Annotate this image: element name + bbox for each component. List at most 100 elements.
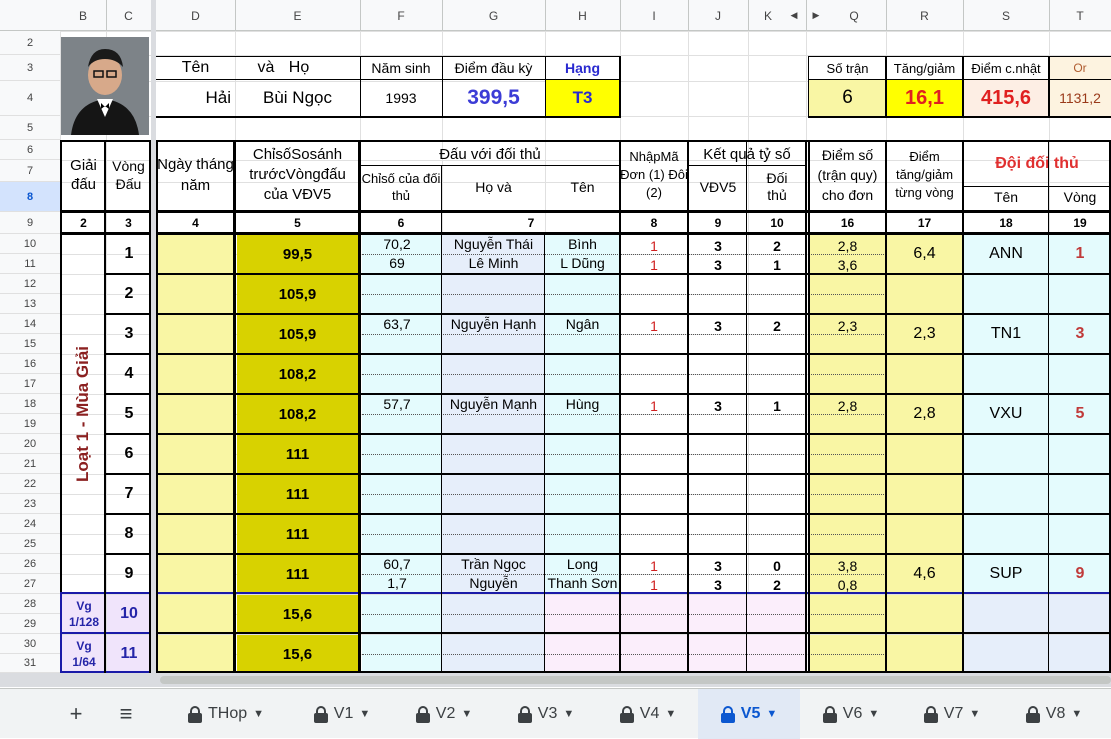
diem-tg-cell[interactable] xyxy=(886,275,963,313)
row-header-22[interactable]: 22 xyxy=(0,474,60,494)
diem-dau-ky-value[interactable]: 399,5 xyxy=(442,80,545,116)
team-vong-cell[interactable] xyxy=(1049,435,1111,473)
row-header-28[interactable]: 28 xyxy=(0,594,60,614)
chiso-ss-cell[interactable]: 111 xyxy=(237,475,358,513)
team-cell[interactable] xyxy=(963,435,1049,473)
expand-right-icon[interactable]: ▶ xyxy=(810,0,822,31)
caret-down-icon[interactable]: ▼ xyxy=(665,708,676,720)
collapse-left-icon[interactable]: ◀ xyxy=(788,0,800,31)
or-value[interactable]: 1131,2 xyxy=(1049,80,1111,116)
row-header-20[interactable]: 20 xyxy=(0,434,60,454)
vg-team-vong[interactable] xyxy=(1049,595,1111,633)
team-vong-cell[interactable]: 5 xyxy=(1049,395,1111,433)
tang-giam-value[interactable]: 16,1 xyxy=(886,80,963,116)
chiso-ss-cell[interactable]: 111 xyxy=(237,555,358,593)
sheet-tab-v7[interactable]: V7 ▼ xyxy=(906,689,998,739)
vong-cell[interactable]: 3 xyxy=(107,315,151,353)
row-header-11[interactable]: 11 xyxy=(0,254,60,274)
row-header-8[interactable]: 8 xyxy=(0,182,60,212)
ho-value[interactable]: Bùi Ngọc xyxy=(235,80,360,116)
col-header-r[interactable]: R xyxy=(886,0,963,31)
ngay-cell[interactable] xyxy=(156,555,235,593)
col-header-j[interactable]: J xyxy=(688,0,748,31)
caret-down-icon[interactable]: ▼ xyxy=(253,708,264,720)
vg-ngay[interactable] xyxy=(156,595,235,633)
col-header-b[interactable]: B xyxy=(60,0,106,31)
sheet-tab-v6[interactable]: V6 ▼ xyxy=(806,689,896,739)
sheet-tab-v1[interactable]: V1 ▼ xyxy=(296,689,388,739)
diem-tg-cell[interactable]: 2,8 xyxy=(886,395,963,433)
row-header-17[interactable]: 17 xyxy=(0,374,60,394)
row-header-31[interactable]: 31 xyxy=(0,654,60,673)
hang-value[interactable]: T3 xyxy=(545,80,620,116)
col-header-d[interactable]: D xyxy=(156,0,235,31)
vg-chiso[interactable]: 15,6 xyxy=(237,635,358,673)
diem-tg-cell[interactable] xyxy=(886,435,963,473)
team-cell[interactable]: SUP xyxy=(963,555,1049,593)
caret-down-icon[interactable]: ▼ xyxy=(1071,708,1082,720)
vg-ngay[interactable] xyxy=(156,635,235,673)
row-header-18[interactable]: 18 xyxy=(0,394,60,414)
caret-down-icon[interactable]: ▼ xyxy=(359,708,370,720)
horizontal-scrollbar[interactable] xyxy=(160,676,1111,684)
vong-cell[interactable]: 9 xyxy=(107,555,151,593)
ngay-cell[interactable] xyxy=(156,435,235,473)
col-header-t[interactable]: T xyxy=(1049,0,1111,31)
col-header-e[interactable]: E xyxy=(235,0,360,31)
col-header-g[interactable]: G xyxy=(442,0,545,31)
row-header-30[interactable]: 30 xyxy=(0,634,60,654)
sheet-tab-v3[interactable]: V3 ▼ xyxy=(500,689,592,739)
vg-vong[interactable]: 11 xyxy=(107,635,151,673)
vg-vong[interactable]: 10 xyxy=(107,595,151,633)
row-header-2[interactable]: 2 xyxy=(0,31,60,55)
row-header-14[interactable]: 14 xyxy=(0,314,60,334)
add-sheet-button[interactable]: + xyxy=(58,689,94,739)
team-vong-cell[interactable]: 3 xyxy=(1049,315,1111,353)
col-header-h[interactable]: H xyxy=(545,0,620,31)
col-header-f[interactable]: F xyxy=(360,0,442,31)
caret-down-icon[interactable]: ▼ xyxy=(868,708,879,720)
row-header-10[interactable]: 10 xyxy=(0,234,60,254)
diem-tg-cell[interactable] xyxy=(886,475,963,513)
chiso-ss-cell[interactable]: 111 xyxy=(237,435,358,473)
vong-cell[interactable]: 7 xyxy=(107,475,151,513)
team-cell[interactable]: ANN xyxy=(963,235,1049,273)
vg-diem-tg[interactable] xyxy=(886,635,963,673)
ngay-cell[interactable] xyxy=(156,475,235,513)
row-header-9[interactable]: 9 xyxy=(0,212,60,234)
row-header-15[interactable]: 15 xyxy=(0,334,60,354)
team-vong-cell[interactable] xyxy=(1049,515,1111,553)
caret-down-icon[interactable]: ▼ xyxy=(969,708,980,720)
team-cell[interactable]: TN1 xyxy=(963,315,1049,353)
row-header-6[interactable]: 6 xyxy=(0,140,60,160)
chiso-ss-cell[interactable]: 105,9 xyxy=(237,315,358,353)
ngay-cell[interactable] xyxy=(156,235,235,273)
sheet-tab-v5[interactable]: V5 ▼ xyxy=(698,689,800,739)
diem-tg-cell[interactable]: 4,6 xyxy=(886,555,963,593)
row-header-13[interactable]: 13 xyxy=(0,294,60,314)
col-header-k[interactable]: K xyxy=(748,0,788,31)
sheet-tab-v8[interactable]: V8 ▼ xyxy=(1008,689,1100,739)
col-header-s[interactable]: S xyxy=(963,0,1049,31)
col-header-q[interactable]: Q xyxy=(822,0,886,31)
row-header-26[interactable]: 26 xyxy=(0,554,60,574)
row-header-27[interactable]: 27 xyxy=(0,574,60,594)
row-header-19[interactable]: 19 xyxy=(0,414,60,434)
nam-sinh-value[interactable]: 1993 xyxy=(360,80,442,116)
row-header-24[interactable]: 24 xyxy=(0,514,60,534)
chiso-ss-cell[interactable]: 108,2 xyxy=(237,355,358,393)
sheet-tab-thop[interactable]: THop ▼ xyxy=(172,689,280,739)
col-header-c[interactable]: C xyxy=(106,0,151,31)
vg-team[interactable] xyxy=(963,635,1049,673)
ngay-cell[interactable] xyxy=(156,355,235,393)
caret-down-icon[interactable]: ▼ xyxy=(461,708,472,720)
diem-cnhat-value[interactable]: 415,6 xyxy=(963,80,1049,116)
chiso-ss-cell[interactable]: 108,2 xyxy=(237,395,358,433)
team-cell[interactable]: VXU xyxy=(963,395,1049,433)
team-cell[interactable] xyxy=(963,355,1049,393)
team-vong-cell[interactable]: 9 xyxy=(1049,555,1111,593)
vong-cell[interactable]: 4 xyxy=(107,355,151,393)
row-header-7[interactable]: 7 xyxy=(0,160,60,182)
so-tran-value[interactable]: 6 xyxy=(809,80,886,116)
vong-cell[interactable]: 6 xyxy=(107,435,151,473)
